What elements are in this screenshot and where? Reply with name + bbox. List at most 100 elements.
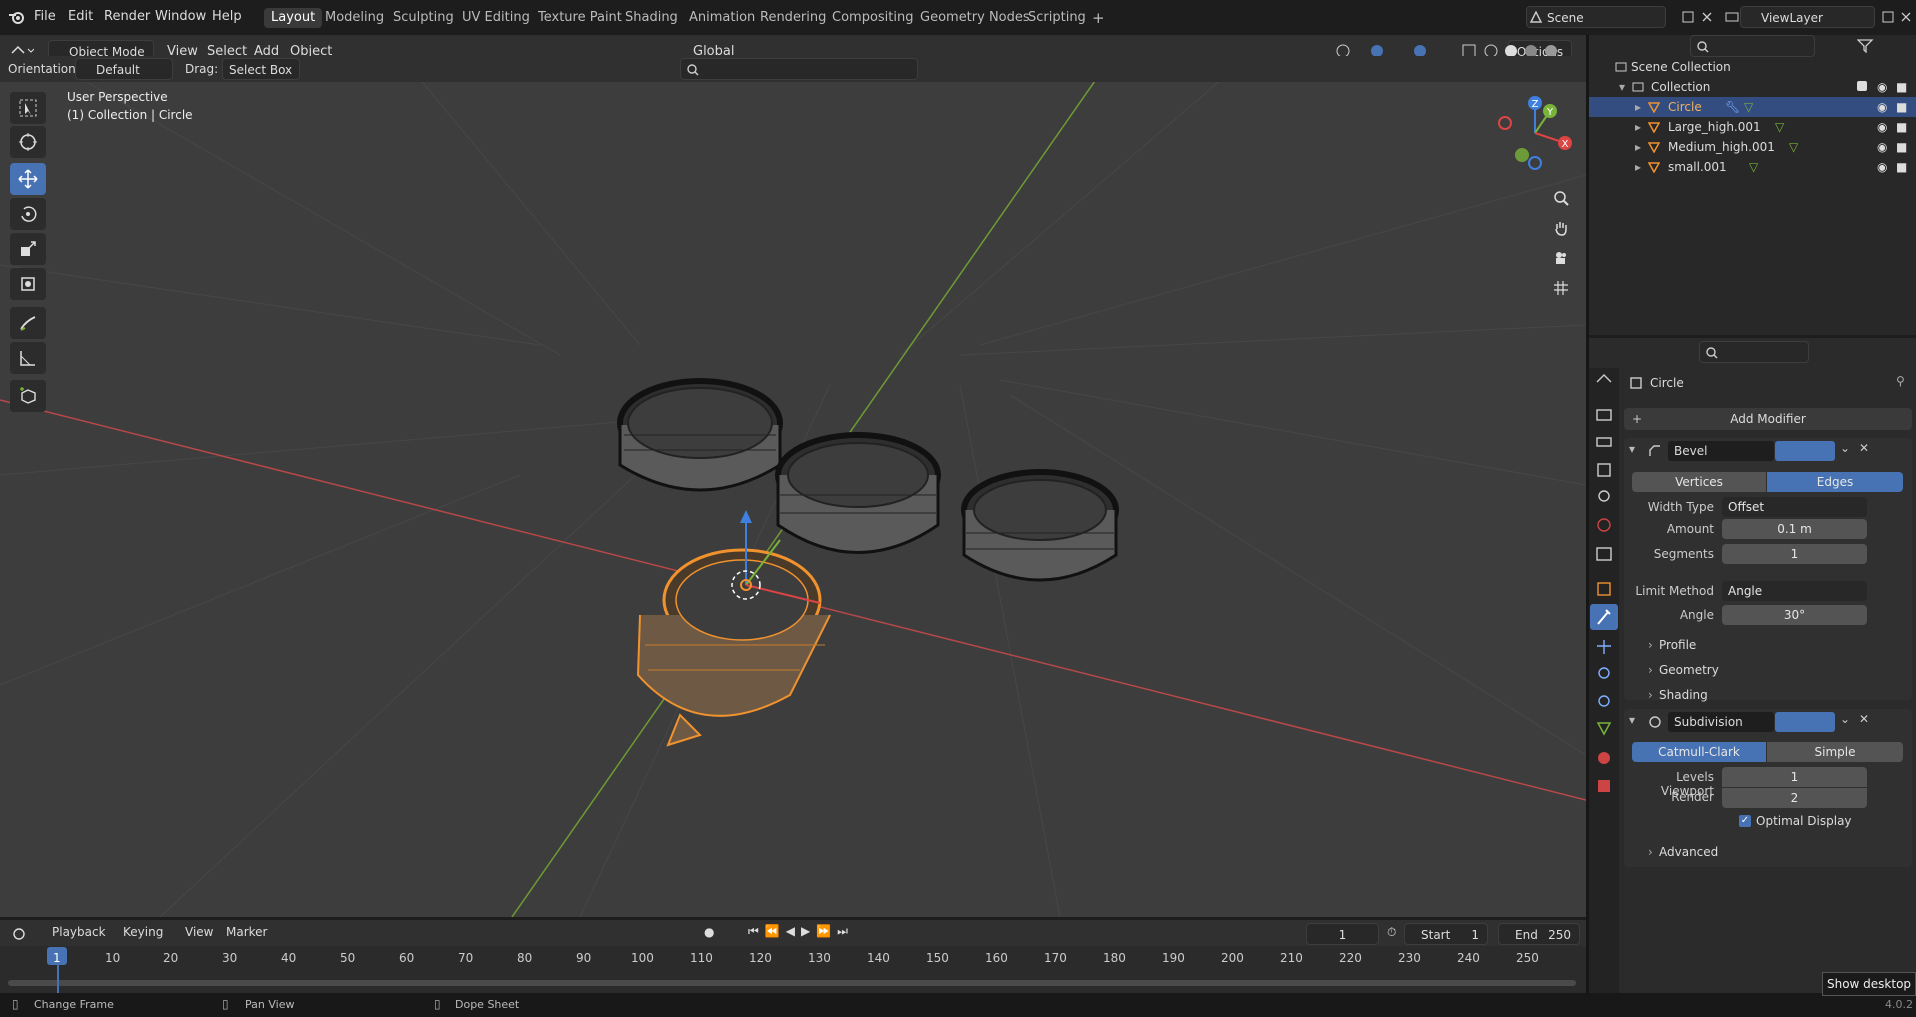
add-cube-tool[interactable] <box>10 380 46 412</box>
measure-tool[interactable] <box>10 342 46 374</box>
segments-field[interactable]: 1 <box>1722 544 1867 564</box>
remove-modifier-icon[interactable]: ✕ <box>1859 712 1869 726</box>
camera-icon[interactable]: ■ <box>1896 157 1907 177</box>
angle-field[interactable]: 30° <box>1722 605 1867 625</box>
filter-icon[interactable] <box>1857 39 1877 53</box>
catmull-clark-option[interactable]: Catmull-Clark <box>1632 742 1766 762</box>
ring-small[interactable] <box>961 469 1119 582</box>
simple-option[interactable]: Simple <box>1767 742 1903 762</box>
menu-view[interactable]: View <box>185 925 213 939</box>
limit-method-dropdown[interactable]: Angle <box>1722 581 1867 601</box>
zoom-button[interactable] <box>1548 185 1574 211</box>
amount-field[interactable]: 0.1 m <box>1722 519 1867 539</box>
tab-scripting[interactable]: Scripting <box>1021 8 1093 28</box>
menu-playback[interactable]: Playback <box>52 925 106 939</box>
subdivision-visibility-toggles[interactable] <box>1775 712 1835 732</box>
viewlayer-selector[interactable]: ViewLayer <box>1740 6 1875 28</box>
tab-animation[interactable]: Animation <box>682 8 762 28</box>
expand-arrow-icon[interactable]: ▸ <box>1635 117 1641 137</box>
expand-arrow-icon[interactable]: ▸ <box>1635 137 1641 157</box>
cursor-tool[interactable] <box>10 126 46 158</box>
rotate-tool[interactable] <box>10 198 46 230</box>
bevel-mode-edges[interactable]: Edges <box>1767 472 1903 492</box>
navigation-gizmo[interactable]: Z Y X <box>1495 93 1575 173</box>
properties-search-field[interactable] <box>1699 341 1809 363</box>
levels-viewport-field[interactable]: 1 <box>1722 767 1867 787</box>
collection-checkbox[interactable] <box>1857 81 1867 91</box>
expand-arrow-icon[interactable]: ▸ <box>1635 157 1641 177</box>
expand-arrow-icon[interactable]: › <box>1648 688 1653 702</box>
bevel-visibility-toggles[interactable] <box>1775 441 1835 461</box>
ortho-toggle-button[interactable] <box>1548 275 1574 301</box>
new-scene-icon[interactable] <box>1681 10 1695 24</box>
scene-selector[interactable]: Scene <box>1526 6 1666 28</box>
current-frame-field[interactable]: 1 <box>1306 923 1379 945</box>
move-tool[interactable] <box>10 163 46 195</box>
bevel-name-field[interactable]: Bevel <box>1668 441 1774 461</box>
menu-marker[interactable]: Marker <box>226 925 267 939</box>
expand-arrow-icon[interactable]: › <box>1648 663 1653 677</box>
outliner-row-large-high[interactable]: ▸ Large_high.001 ▽ ◉ ■ <box>1589 117 1916 137</box>
delete-scene-icon[interactable] <box>1700 10 1714 24</box>
orientation-dropdown[interactable]: Default <box>75 58 173 80</box>
tab-modeling[interactable]: Modeling <box>318 8 391 28</box>
tab-geometry-nodes[interactable]: Geometry Nodes <box>913 8 1037 28</box>
subdivision-name-field[interactable]: Subdivision <box>1668 712 1774 732</box>
remove-modifier-icon[interactable]: ✕ <box>1859 441 1869 455</box>
menu-help[interactable]: Help <box>212 9 242 24</box>
properties-tab-icons[interactable] <box>1589 368 1619 828</box>
eye-icon[interactable]: ◉ <box>1877 97 1887 117</box>
profile-subpanel[interactable]: Profile <box>1659 638 1696 652</box>
3d-viewport[interactable]: User Perspective (1) Collection | Circle… <box>0 55 1586 917</box>
menu-window[interactable]: Window <box>155 9 206 24</box>
scale-tool[interactable] <box>10 233 46 265</box>
expand-arrow-icon[interactable]: ▾ <box>1619 77 1625 97</box>
outliner-row-scene-collection[interactable]: Scene Collection <box>1589 57 1916 77</box>
record-icon[interactable]: ● <box>704 925 714 939</box>
timeline-scrollbar[interactable] <box>8 980 1576 986</box>
collapse-arrow-icon[interactable]: ▾ <box>1629 713 1635 727</box>
outliner-row-collection[interactable]: ▾ Collection ◉ ■ <box>1589 77 1916 97</box>
pin-icon[interactable]: ⚲ <box>1896 374 1905 388</box>
camera-view-button[interactable] <box>1548 245 1574 271</box>
delete-viewlayer-icon[interactable] <box>1899 10 1913 24</box>
ring-medium-high[interactable] <box>775 432 941 554</box>
ring-large-high[interactable] <box>617 378 783 492</box>
start-frame-field[interactable]: Start 1 <box>1404 923 1488 945</box>
add-modifier-button[interactable]: + Add Modifier <box>1624 408 1912 430</box>
pan-button[interactable] <box>1548 215 1574 241</box>
eye-icon[interactable]: ◉ <box>1877 117 1887 137</box>
eye-icon[interactable]: ◉ <box>1877 137 1887 157</box>
shading-subpanel[interactable]: Shading <box>1659 688 1708 702</box>
camera-icon[interactable]: ■ <box>1896 77 1907 97</box>
annotate-tool[interactable] <box>10 307 46 339</box>
timeline-editor-icon[interactable] <box>12 927 36 941</box>
menu-keying[interactable]: Keying <box>123 925 163 939</box>
viewport-search-field[interactable] <box>680 58 918 80</box>
outliner-row-circle[interactable]: ▸ Circle 🔧︎ ▽ ◉ ■ <box>1589 97 1916 117</box>
select-box-tool[interactable] <box>10 92 46 124</box>
new-viewlayer-icon[interactable] <box>1881 10 1895 24</box>
dropdown-arrow-icon[interactable]: ⌄ <box>1840 441 1850 455</box>
drag-dropdown[interactable]: Select Box <box>222 58 300 80</box>
collapse-arrow-icon[interactable]: ▾ <box>1629 442 1635 456</box>
outliner-row-medium-high[interactable]: ▸ Medium_high.001 ▽ ◉ ■ <box>1589 137 1916 157</box>
transform-tool[interactable] <box>10 268 46 300</box>
menu-render[interactable]: Render <box>104 9 150 24</box>
tab-compositing[interactable]: Compositing <box>825 8 921 28</box>
expand-arrow-icon[interactable]: › <box>1648 845 1653 859</box>
dropdown-arrow-icon[interactable]: ⌄ <box>1840 712 1850 726</box>
camera-icon[interactable]: ■ <box>1896 137 1907 157</box>
bevel-mode-vertices[interactable]: Vertices <box>1632 472 1766 492</box>
tab-shading[interactable]: Shading <box>618 8 685 28</box>
tab-sculpting[interactable]: Sculpting <box>386 8 461 28</box>
optimal-display-checkbox[interactable]: ✓ <box>1739 815 1751 827</box>
expand-arrow-icon[interactable]: › <box>1648 638 1653 652</box>
tab-texture-paint[interactable]: Texture Paint <box>531 8 629 28</box>
eye-icon[interactable]: ◉ <box>1877 77 1887 97</box>
tab-rendering[interactable]: Rendering <box>753 8 833 28</box>
end-frame-field[interactable]: End 250 <box>1498 923 1580 945</box>
menu-file[interactable]: File <box>34 9 56 24</box>
blender-logo-icon[interactable] <box>8 9 26 25</box>
render-levels-field[interactable]: 2 <box>1722 788 1867 808</box>
